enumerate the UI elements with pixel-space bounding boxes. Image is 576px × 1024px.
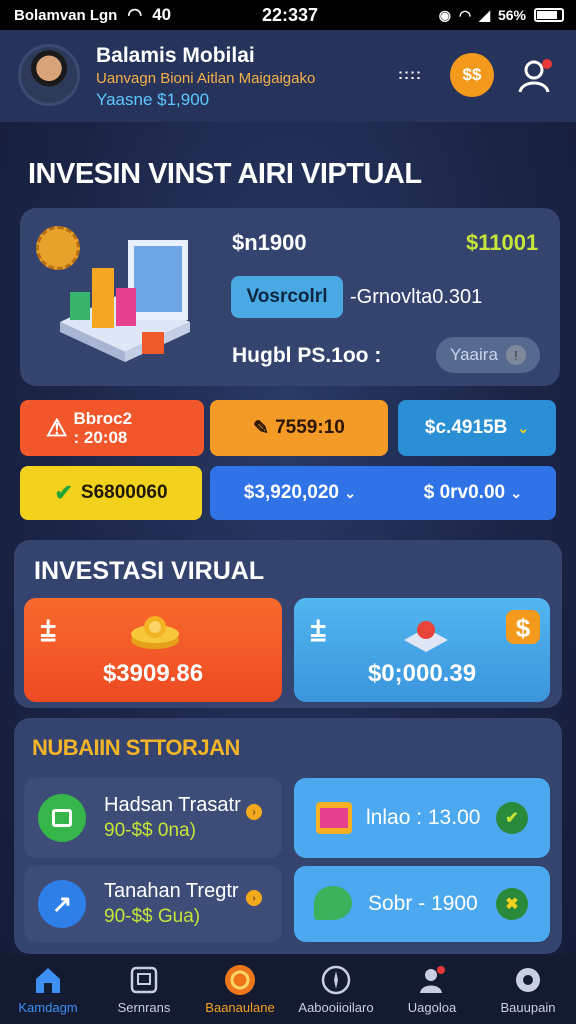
tile-amount-select[interactable]: $3,920,020 ⌄ $ 0rv0.00 ⌄ xyxy=(210,466,556,520)
user-subtitle: Uanvagn Bioni Aitlan Maigaigako xyxy=(96,70,316,87)
nav-item-coin[interactable]: Baanaulane xyxy=(192,964,288,1015)
tile-dropdown-label: $c.4915B xyxy=(424,417,508,438)
tile-alert[interactable]: ⚠ Bbroc2 : 20:08 xyxy=(20,400,204,456)
carrier-label: Bolamvan Lgn xyxy=(14,6,118,24)
history-item-4-title: Sobr - 1900 xyxy=(368,892,478,915)
user-balance: Yaasne $1,900 xyxy=(96,90,210,109)
chat-bubble-icon xyxy=(314,886,352,920)
history-item-2[interactable]: lnlao : 13.00 ✔ xyxy=(294,778,550,858)
tile-alert-line1: Bbroc2 xyxy=(73,409,133,428)
battery-percent: 56% xyxy=(497,7,526,23)
warning-icon: ⚠ xyxy=(46,414,68,442)
history-section-title: NUBAIIN STTORJAN xyxy=(32,735,240,760)
investment-card-orange[interactable]: ⩲ $3909.86 xyxy=(24,598,282,702)
chevron-right-icon: › xyxy=(246,804,262,820)
nav-item-user[interactable]: Uagoloa xyxy=(384,964,480,1015)
currency-symbol: ⩲ xyxy=(310,616,327,647)
chevron-down-icon: ⌄ xyxy=(517,419,530,436)
nav-label: Kamdagm xyxy=(18,1000,78,1015)
dollar-badge-icon: $ xyxy=(506,610,540,644)
wifi-icon: ◠ xyxy=(127,5,143,24)
nav-item-window[interactable]: Sernrans xyxy=(96,964,192,1015)
chevron-down-icon: ⌄ xyxy=(510,485,523,501)
battery-icon xyxy=(534,8,564,22)
tile-dropdown[interactable]: $c.4915B ⌄ xyxy=(398,400,556,456)
coin-button[interactable]: $$ xyxy=(450,53,494,97)
info-icon: ! xyxy=(505,345,526,365)
signal-icon: ◢ xyxy=(479,6,490,23)
badge-icon xyxy=(36,226,80,270)
tile-edit[interactable]: ✎ 7559:10 xyxy=(210,400,388,456)
check-badge-icon: ✔ xyxy=(496,802,528,834)
clock: 22:337 xyxy=(262,4,319,25)
hero-value-left: $n1900 xyxy=(232,230,307,255)
wallet-icon xyxy=(38,794,86,842)
currency-symbol: ⩲ xyxy=(40,616,57,647)
nav-label: Uagoloa xyxy=(407,1000,457,1015)
history-item-2-title: lnlao : 13.00 xyxy=(366,806,481,829)
compass-icon xyxy=(320,964,352,996)
user-notification-button[interactable] xyxy=(516,56,556,96)
pencil-icon: ✎ xyxy=(253,417,270,439)
nav-label: Baanaulane xyxy=(205,1000,275,1015)
svg-text:$: $ xyxy=(516,613,531,643)
gift-box-icon xyxy=(316,802,352,834)
amount-left-label: $3,920,020 xyxy=(243,482,339,503)
settings-icon xyxy=(512,964,544,996)
tile-alert-line2: : 20:08 xyxy=(73,428,128,447)
hero-action-button[interactable]: Vosrcolrl xyxy=(231,276,343,318)
avatar[interactable] xyxy=(18,44,80,106)
hero-pill-label: Yaaira xyxy=(450,345,498,364)
window-icon xyxy=(128,964,160,996)
status-icons: ◉ ◠ ◢ 56% xyxy=(439,7,564,24)
alarm-icon: ◉ xyxy=(438,6,451,23)
history-item-3[interactable]: ↗ Tanahan Tregtr 90-$$ Gua) › xyxy=(24,866,282,942)
check-icon: ✔ xyxy=(54,480,73,505)
user-icon xyxy=(518,59,552,93)
nav-item-settings[interactable]: Bauupain xyxy=(480,964,576,1015)
history-item-1-title: Hadsan Trasatr xyxy=(104,794,241,816)
investment-card-blue[interactable]: ⩲ $ $0;000.39 xyxy=(294,598,550,702)
hero-pill-button[interactable]: Yaaira ! xyxy=(436,337,540,373)
nav-item-home[interactable]: Kamdagm xyxy=(0,964,96,1015)
history-item-3-title: Tanahan Tregtr xyxy=(104,880,239,902)
nav-item-compass[interactable]: Aabooiioilaro xyxy=(288,964,384,1015)
amount-right-label: $ 0rv0.00 xyxy=(423,482,506,503)
page-title: INVESIN VINST AIRI VIPTUAL xyxy=(28,158,422,190)
user-name: Balamis Mobilai xyxy=(96,44,255,67)
history-item-4[interactable]: Sobr - 1900 ✖ xyxy=(294,866,550,942)
history-item-1[interactable]: Hadsan Trasatr 90-$$ 0na) › xyxy=(24,778,282,858)
chevron-right-icon: › xyxy=(246,890,262,906)
wifi-icon: ◠ xyxy=(458,6,472,23)
cash-icon xyxy=(404,621,448,652)
hero-stat: Hugbl PS.1oo : xyxy=(232,344,382,367)
tile-verified-label: S6800060 xyxy=(80,482,168,503)
tile-edit-label: 7559:10 xyxy=(275,417,345,438)
status-bar: Bolamvan Lgn ◠ 40 22:337 ◉ ◠ ◢ 56% xyxy=(0,0,576,30)
hero-growth: -Grnovlta0.301 xyxy=(350,286,483,308)
investment-card-blue-value: $0;000.39 xyxy=(367,660,477,687)
user-icon xyxy=(416,964,448,996)
home-icon xyxy=(32,964,64,996)
trend-icon: ↗ xyxy=(38,880,86,928)
history-item-3-sub: 90-$$ Gua) xyxy=(104,906,201,927)
amount-select-right[interactable]: $ 0rv0.00 ⌄ xyxy=(424,482,522,504)
nav-label: Aabooiioilaro xyxy=(298,1000,374,1015)
close-icon: ✖ xyxy=(496,888,528,920)
history-item-1-sub: 90-$$ 0na) xyxy=(104,820,196,841)
nav-label: Sernrans xyxy=(117,1000,171,1015)
hero-value-right: $11001 xyxy=(466,230,539,255)
investment-section-title: INVESTASI VIRUAL xyxy=(34,557,265,585)
coin-stack-icon xyxy=(131,616,179,649)
amount-select-left[interactable]: $3,920,020 ⌄ xyxy=(244,482,356,504)
investment-card-orange-value: $3909.86 xyxy=(102,660,204,687)
coin-icon xyxy=(224,964,256,996)
bottom-navigation: Kamdagm Sernrans Baanaulane Aabooiioilar… xyxy=(0,954,576,1024)
chevron-down-icon: ⌄ xyxy=(344,485,356,501)
signal-label: 40 xyxy=(152,5,172,24)
nav-label: Bauupain xyxy=(500,1000,556,1015)
menu-dots-button[interactable]: :::: xyxy=(398,66,422,83)
tile-verified[interactable]: ✔ S6800060 xyxy=(20,466,202,520)
